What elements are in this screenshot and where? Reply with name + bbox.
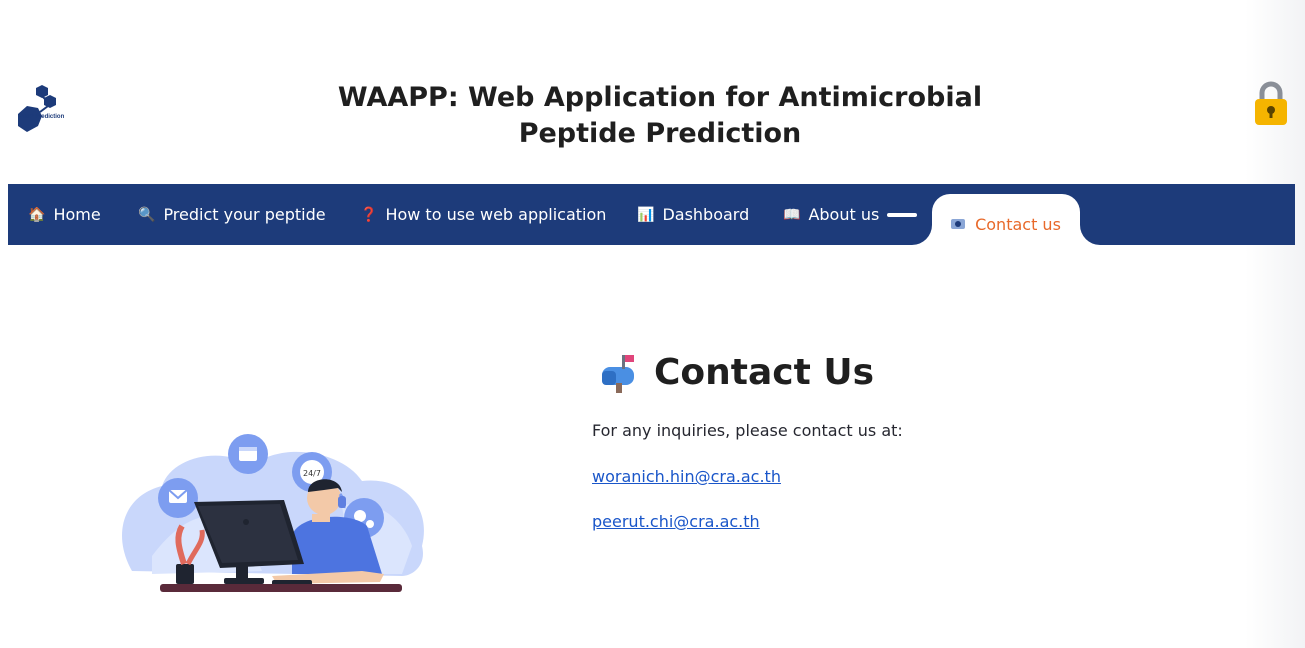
lock-icon[interactable] — [1253, 80, 1289, 126]
email-link-woranich[interactable]: woranich.hin@cra.ac.th — [592, 467, 781, 486]
logo-text: AMP Prediction — [20, 114, 65, 120]
nav-about-us[interactable]: 📖 About us — [783, 184, 918, 245]
nav-contact-us-label: Contact us — [975, 214, 1061, 234]
contact-intro: For any inquiries, please contact us at: — [592, 421, 903, 440]
dropdown-indicator-icon — [887, 212, 918, 217]
contact-heading: Contact Us — [600, 352, 874, 393]
svg-text:24/7: 24/7 — [303, 469, 321, 478]
nav-how-to-use-label: How to use web application — [385, 205, 607, 224]
magnifier-icon: 🔍 — [138, 206, 156, 223]
page-title: WAAPP: Web Application for Antimicrobial… — [337, 82, 983, 149]
id-card-icon — [951, 219, 966, 229]
nav-predict-label: Predict your peptide — [163, 205, 326, 224]
email-link-peerut[interactable]: peerut.chi@cra.ac.th — [592, 512, 760, 531]
tab-curve-left — [912, 225, 932, 245]
house-icon: 🏠 — [28, 206, 46, 223]
nav-dashboard-label: Dashboard — [662, 205, 750, 224]
nav-how-to-use[interactable]: ❓ How to use web application — [360, 184, 606, 245]
main-navbar: 🏠 Home 🔍 Predict your peptide ❓ How to u… — [8, 184, 1295, 254]
nav-contact-us[interactable]: Contact us — [932, 194, 1080, 254]
tab-curve-right — [1080, 225, 1100, 245]
bar-chart-icon: 📊 — [637, 206, 655, 223]
book-icon: 📖 — [783, 206, 801, 223]
nav-home-label: Home — [53, 205, 101, 224]
nav-dashboard[interactable]: 📊 Dashboard — [637, 184, 749, 245]
nav-home[interactable]: 🏠 Home — [28, 184, 101, 245]
customer-support-illustration: 24/7 — [122, 434, 424, 592]
mailbox-icon — [602, 354, 634, 393]
contact-title: Contact Us — [654, 352, 875, 393]
nav-about-us-label: About us — [808, 205, 880, 224]
question-icon: ❓ — [360, 206, 378, 223]
nav-predict[interactable]: 🔍 Predict your peptide — [138, 184, 326, 245]
